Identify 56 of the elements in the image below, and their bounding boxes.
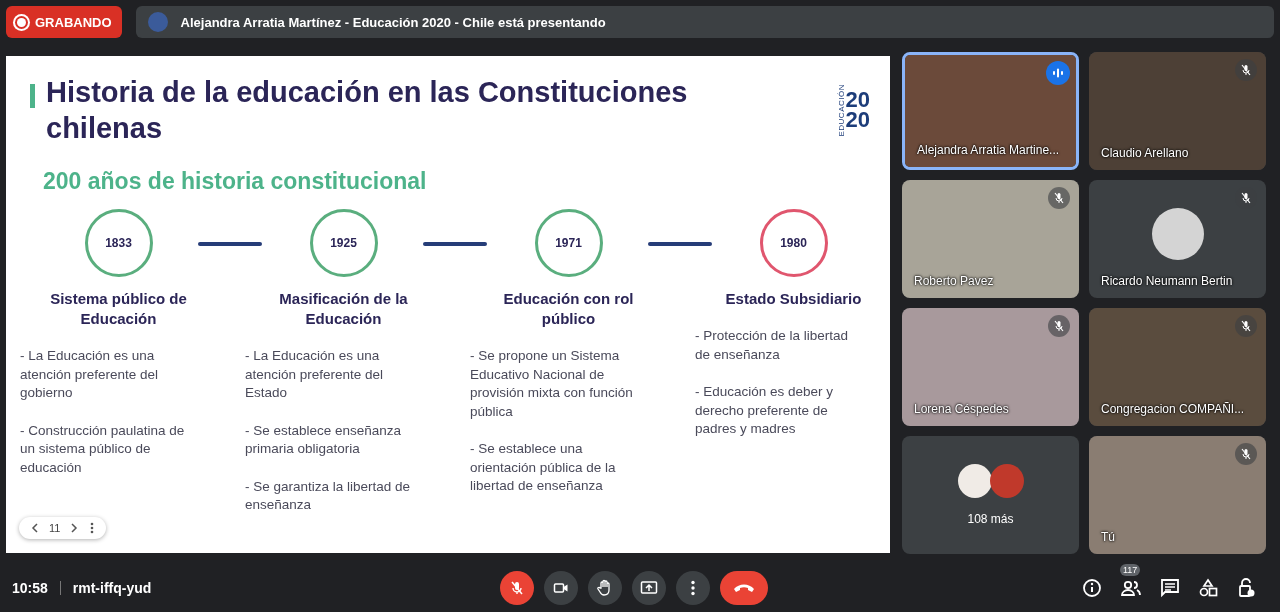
- milestone-title: Educación con rol público: [502, 289, 635, 329]
- milestone-point: - Se propone un Sistema Educativo Nacional de provisión mixta con función pública: [470, 347, 634, 421]
- info-icon[interactable]: [1082, 578, 1102, 598]
- previous-button[interactable]: [29, 521, 41, 535]
- participant-name: Tú: [1101, 530, 1115, 544]
- recording-label: GRABANDO: [35, 14, 112, 30]
- raise-hand-button[interactable]: [588, 571, 622, 605]
- participant-count-badge: 117: [1120, 564, 1141, 576]
- participant-name: Congregacion COMPAÑI...: [1101, 402, 1245, 416]
- milestone-point: - Educación es deber y derecho preferente de padres y madres: [695, 383, 835, 438]
- title-accent-bar: [30, 84, 35, 108]
- phone-hangup-icon: [733, 583, 755, 593]
- chat-icon[interactable]: [1160, 578, 1180, 598]
- presenting-text: Alejandra Arratia Martínez - Educación 2020 - Chile está presentando: [180, 14, 606, 30]
- present-button[interactable]: [632, 571, 666, 605]
- record-icon: [17, 17, 26, 27]
- milestone-point: - Protección de la libertad de enseñanza: [695, 327, 850, 364]
- milestone-title: Masificación de la Educación: [278, 289, 409, 329]
- present-screen-icon: [640, 580, 658, 596]
- year-circle: 1980: [759, 209, 828, 277]
- milestone-point: - Construcción paulatina de un sistema público de educación: [20, 421, 186, 477]
- milestone-title: Sistema público de Educación: [49, 289, 188, 329]
- page-number: 11: [49, 522, 61, 534]
- microphone-button[interactable]: [500, 571, 534, 605]
- avatar-placeholder: [1151, 208, 1204, 260]
- milestone-point: - La Educación es una atención preferente del Estado: [245, 347, 385, 402]
- mic-off-icon: [509, 580, 525, 596]
- milestone-point: - La Educación es una atención preferente del gobierno: [20, 347, 160, 402]
- more-participants-count: 108 más: [967, 512, 1014, 526]
- year-circle: 1925: [309, 209, 378, 277]
- slide-title: Historia de la educación en las Constituciones chilenas: [46, 75, 689, 146]
- participant-name: Lorena Céspedes: [914, 402, 1009, 416]
- more-icon: [691, 580, 695, 596]
- camera-icon: [553, 580, 569, 596]
- shapes-icon[interactable]: [1198, 578, 1218, 598]
- milestone-point: - Se establece enseñanza primaria obligatoria: [245, 421, 403, 458]
- participant-name: Alejandra Arratia Martine...: [917, 143, 1060, 157]
- camera-button[interactable]: [544, 571, 578, 605]
- clock-time: 10:58: [12, 580, 48, 596]
- more-options-button[interactable]: [676, 571, 710, 605]
- milestone-title: Estado Subsidiario: [724, 289, 863, 309]
- milestone-point: - Se garantiza la libertad de enseñanza: [245, 477, 411, 514]
- hand-icon: [597, 579, 613, 597]
- lock-icon[interactable]: [1236, 578, 1256, 598]
- avatar-placeholder: [989, 464, 1024, 498]
- milestone-point: - Se establece una orientación pública de la libertad de enseñanza: [470, 440, 617, 495]
- participant-name: Ricardo Neumann Bertin: [1101, 274, 1233, 288]
- meeting-code: rmt-iffq-yud: [72, 580, 152, 596]
- avatar-placeholder: [957, 464, 992, 498]
- end-call-button[interactable]: [720, 571, 768, 605]
- participant-name: Claudio Arellano: [1101, 146, 1189, 160]
- avatar-icon: [147, 12, 168, 32]
- year-circle: 1971: [534, 209, 603, 277]
- slide-subtitle: 200 años de historia constitucional: [43, 168, 428, 195]
- participant-name: Roberto Pavez: [914, 274, 994, 288]
- year-circle: 1833: [84, 209, 153, 277]
